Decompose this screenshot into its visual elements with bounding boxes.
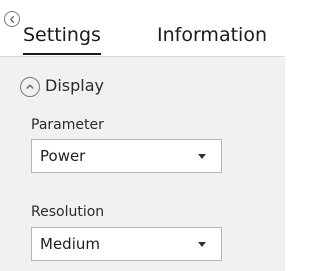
parameter-label: Parameter [31, 117, 104, 133]
parameter-select-value: Power [40, 147, 86, 165]
active-tab-indicator [23, 53, 101, 55]
dropdown-arrow-icon [198, 154, 206, 159]
tab-settings[interactable]: Settings [23, 24, 101, 55]
tab-settings-label: Settings [23, 24, 101, 46]
display-section-title: Display [45, 76, 104, 95]
resolution-select[interactable]: Medium [31, 227, 222, 261]
back-button[interactable] [4, 11, 20, 27]
parameter-select[interactable]: Power [31, 139, 222, 173]
tab-information-label: Information [157, 24, 267, 46]
tab-information[interactable]: Information [157, 24, 267, 46]
resolution-label: Resolution [31, 204, 105, 220]
resolution-select-value: Medium [40, 235, 100, 253]
dropdown-arrow-icon [198, 242, 206, 247]
settings-panel: Display Parameter Power Resolution Mediu… [0, 57, 285, 271]
display-section-toggle[interactable] [20, 77, 40, 97]
tab-header: Settings Information [0, 0, 285, 56]
chevron-left-icon [9, 15, 14, 23]
chevron-up-icon [26, 84, 34, 89]
